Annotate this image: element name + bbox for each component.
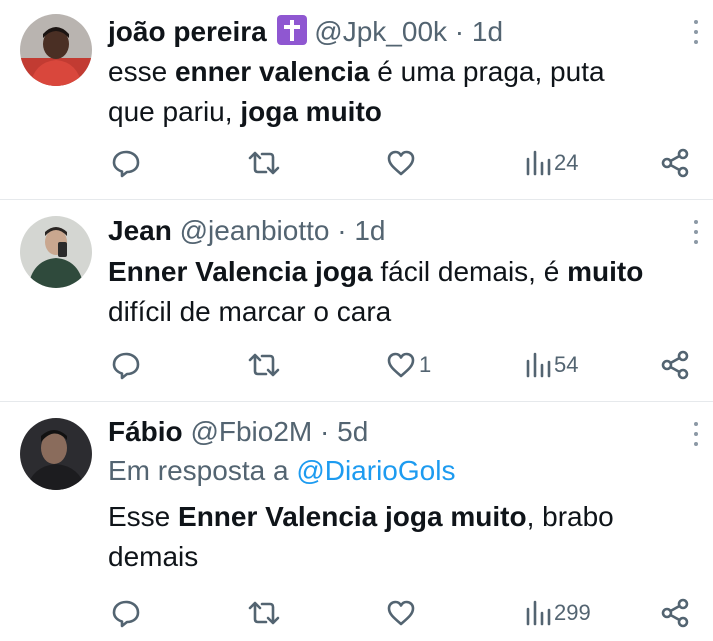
reply-button[interactable] bbox=[110, 596, 142, 630]
more-options-icon[interactable] bbox=[689, 220, 703, 244]
retweet-icon bbox=[248, 601, 280, 625]
tweet-1[interactable]: joão pereira @Jpk_00k · 1d esse enner va… bbox=[0, 0, 713, 200]
like-button[interactable]: 1 bbox=[385, 348, 431, 382]
retweet-button[interactable] bbox=[247, 146, 281, 180]
timestamp[interactable]: 5d bbox=[337, 416, 368, 447]
reply-button[interactable] bbox=[110, 146, 142, 180]
views-button[interactable]: 299 bbox=[524, 596, 591, 630]
avatar[interactable] bbox=[20, 216, 92, 288]
share-icon bbox=[661, 148, 689, 178]
avatar[interactable] bbox=[20, 418, 92, 490]
tweet-2[interactable]: Jean @jeanbiotto · 1d Enner Valencia jog… bbox=[0, 200, 713, 400]
tweet-3[interactable]: Fábio @Fbio2M · 5d Em resposta a @Diario… bbox=[0, 402, 713, 641]
timestamp[interactable]: 1d bbox=[472, 16, 503, 47]
share-button[interactable] bbox=[660, 596, 690, 630]
reply-context: Em resposta a @DiarioGols bbox=[108, 453, 699, 489]
text-segment-bold: muito bbox=[567, 256, 644, 287]
views-button[interactable]: 54 bbox=[524, 348, 578, 382]
tweet-actions: 1 54 bbox=[0, 348, 713, 382]
user-handle[interactable]: @Jpk_00k bbox=[314, 16, 447, 47]
retweet-button[interactable] bbox=[247, 348, 281, 382]
text-segment: é uma praga, puta bbox=[369, 56, 605, 87]
text-segment: esse bbox=[108, 56, 175, 87]
text-segment: fácil demais, é bbox=[372, 256, 568, 287]
heart-icon bbox=[387, 600, 415, 626]
views-button[interactable]: 24 bbox=[524, 146, 578, 180]
tweet-header: joão pereira @Jpk_00k · 1d bbox=[108, 15, 699, 49]
tweet-text: esse enner valencia é uma praga, puta qu… bbox=[108, 52, 699, 132]
share-icon bbox=[661, 598, 689, 628]
tweet-text: Esse Enner Valencia joga muito, brabo de… bbox=[108, 497, 699, 577]
share-button[interactable] bbox=[660, 146, 690, 180]
text-segment: Esse bbox=[108, 501, 179, 532]
reply-prefix: Em resposta a bbox=[108, 455, 297, 486]
display-name[interactable]: Jean bbox=[108, 215, 172, 246]
text-segment-bold: Enner Valencia joga muito bbox=[178, 501, 527, 532]
view-count: 54 bbox=[554, 352, 579, 377]
tweet-header: Fábio @Fbio2M · 5d bbox=[108, 415, 699, 449]
timestamp[interactable]: 1d bbox=[354, 215, 385, 246]
user-handle[interactable]: @Fbio2M bbox=[190, 416, 312, 447]
share-icon bbox=[661, 350, 689, 380]
text-segment: demais bbox=[108, 541, 199, 572]
more-options-icon[interactable] bbox=[689, 20, 703, 44]
view-count: 299 bbox=[554, 600, 591, 625]
reply-icon bbox=[112, 352, 140, 380]
reply-icon bbox=[112, 600, 140, 628]
like-count: 1 bbox=[419, 352, 432, 377]
retweet-icon bbox=[248, 151, 280, 175]
text-segment-bold: Enner Valencia joga bbox=[108, 256, 373, 287]
views-chart-icon bbox=[526, 600, 551, 626]
separator-dot: · bbox=[454, 16, 465, 47]
user-handle[interactable]: @jeanbiotto bbox=[180, 215, 330, 246]
views-chart-icon bbox=[526, 352, 551, 378]
reply-to-handle-link[interactable]: @DiarioGols bbox=[296, 455, 455, 486]
tweet-content: Fábio @Fbio2M · 5d Em resposta a @Diario… bbox=[108, 415, 699, 577]
latin-cross-emoji-icon bbox=[276, 15, 307, 45]
separator-dot: · bbox=[320, 416, 330, 447]
retweet-icon bbox=[248, 353, 280, 377]
more-options-icon[interactable] bbox=[689, 422, 703, 446]
heart-icon bbox=[387, 352, 415, 378]
views-chart-icon bbox=[526, 150, 551, 176]
tweet-text: Enner Valencia joga fácil demais, é muit… bbox=[108, 252, 699, 332]
tweet-content: joão pereira @Jpk_00k · 1d esse enner va… bbox=[108, 15, 699, 132]
reply-button[interactable] bbox=[110, 348, 142, 382]
avatar[interactable] bbox=[20, 14, 92, 86]
like-button[interactable] bbox=[385, 146, 419, 180]
heart-icon bbox=[387, 150, 415, 176]
tweet-header: Jean @jeanbiotto · 1d bbox=[108, 214, 699, 248]
share-button[interactable] bbox=[660, 348, 690, 382]
text-segment-bold: enner valencia bbox=[174, 56, 370, 87]
view-count: 24 bbox=[554, 150, 579, 175]
tweet-actions: 24 bbox=[0, 146, 713, 180]
separator-dot: · bbox=[337, 215, 347, 246]
display-name[interactable]: Fábio bbox=[108, 416, 183, 447]
tweet-actions: 299 bbox=[0, 596, 713, 630]
tweet-content: Jean @jeanbiotto · 1d Enner Valencia jog… bbox=[108, 214, 699, 332]
text-segment: , brabo bbox=[526, 501, 614, 532]
text-segment: que pariu, bbox=[108, 96, 241, 127]
text-segment: difícil de marcar o cara bbox=[108, 296, 392, 327]
display-name[interactable]: joão pereira bbox=[108, 16, 267, 47]
retweet-button[interactable] bbox=[247, 596, 281, 630]
reply-icon bbox=[112, 150, 140, 178]
like-button[interactable] bbox=[385, 596, 419, 630]
text-segment-bold: joga muito bbox=[240, 96, 382, 127]
